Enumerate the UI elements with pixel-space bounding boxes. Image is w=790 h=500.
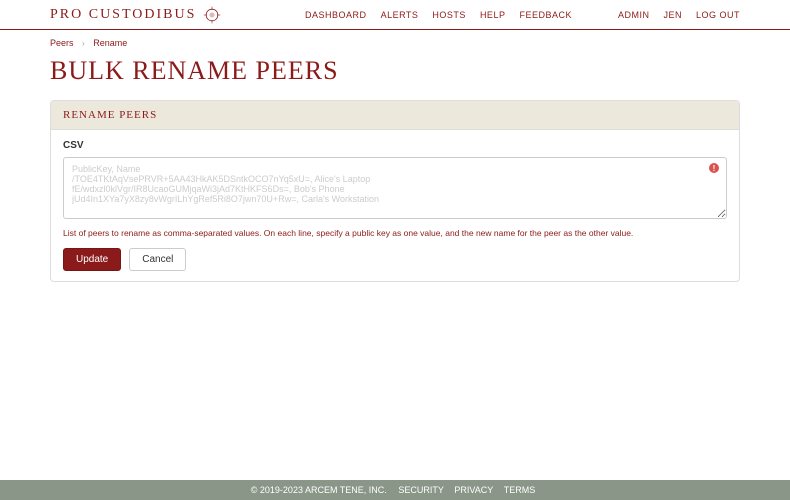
nav-hosts[interactable]: HOSTS: [432, 10, 466, 20]
nav-alerts[interactable]: ALERTS: [381, 10, 419, 20]
csv-textarea[interactable]: [63, 157, 727, 219]
brand-logo-icon: [202, 5, 222, 25]
footer: © 2019-2023 ARCEM TENE, INC. SECURITY PR…: [0, 480, 790, 500]
nav-user[interactable]: JEN: [663, 10, 682, 20]
nav-feedback[interactable]: FEEDBACK: [519, 10, 572, 20]
csv-label: CSV: [63, 140, 727, 151]
card-body: CSV ! List of peers to rename as comma-s…: [51, 130, 739, 281]
brand-text: PRO CUSTODIBUS: [50, 7, 196, 23]
footer-privacy[interactable]: PRIVACY: [454, 485, 493, 495]
csv-help-text: List of peers to rename as comma-separat…: [63, 228, 727, 238]
card-header: RENAME PEERS: [51, 101, 739, 130]
cancel-button[interactable]: Cancel: [129, 248, 186, 271]
breadcrumb: Peers › Rename: [50, 30, 740, 52]
breadcrumb-rename[interactable]: Rename: [93, 38, 127, 48]
main-nav: DASHBOARD ALERTS HOSTS HELP FEEDBACK ADM…: [305, 10, 740, 20]
breadcrumb-separator: ›: [82, 39, 85, 48]
rename-card: RENAME PEERS CSV ! List of peers to rena…: [50, 100, 740, 282]
footer-security[interactable]: SECURITY: [398, 485, 444, 495]
page-title: BULK RENAME PEERS: [50, 56, 740, 86]
nav-dashboard[interactable]: DASHBOARD: [305, 10, 367, 20]
error-icon: !: [709, 163, 719, 173]
nav-logout[interactable]: LOG OUT: [696, 10, 740, 20]
button-row: Update Cancel: [63, 248, 727, 271]
csv-field-wrap: !: [63, 157, 727, 224]
footer-terms[interactable]: TERMS: [504, 485, 536, 495]
nav-admin[interactable]: ADMIN: [618, 10, 650, 20]
footer-copyright: © 2019-2023 ARCEM TENE, INC.: [251, 485, 387, 495]
breadcrumb-peers[interactable]: Peers: [50, 38, 74, 48]
brand[interactable]: PRO CUSTODIBUS: [50, 5, 222, 25]
update-button[interactable]: Update: [63, 248, 121, 271]
nav-help[interactable]: HELP: [480, 10, 506, 20]
